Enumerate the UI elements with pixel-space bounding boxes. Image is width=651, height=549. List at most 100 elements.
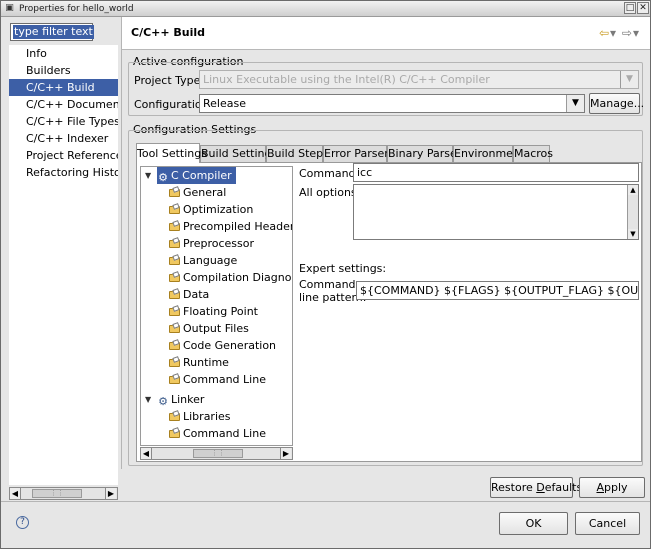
- tree-node-option-category[interactable]: Command Line: [169, 425, 266, 442]
- tree-node-label: C Compiler: [171, 169, 232, 182]
- options-folder-icon: [169, 427, 181, 438]
- ok-button[interactable]: OK: [499, 512, 568, 535]
- close-button[interactable]: ✕: [637, 2, 649, 14]
- tree-node-option-category[interactable]: Language: [169, 252, 237, 269]
- tree-node-option-category[interactable]: Output Files: [169, 320, 249, 337]
- scroll-left-icon[interactable]: ◀: [141, 448, 152, 459]
- scroll-down-icon[interactable]: ▼: [628, 229, 638, 239]
- tree-node-option-category[interactable]: Optimization: [169, 201, 253, 218]
- tree-node-option-category[interactable]: Code Generation: [169, 337, 276, 354]
- back-menu-chevron-down-icon[interactable]: ▾: [610, 26, 617, 40]
- configuration-value: Release: [203, 97, 246, 110]
- collapse-triangle-icon[interactable]: ▼: [145, 391, 151, 408]
- tool-gear-icon: ⚙: [158, 395, 168, 408]
- properties-dialog: ▣ Properties for hello_world □ ✕ type fi…: [0, 0, 651, 549]
- nav-item[interactable]: C/C++ Build: [9, 79, 118, 96]
- tab-build-settings[interactable]: Build Settings: [200, 145, 277, 162]
- tree-node-label: Linker: [171, 393, 205, 406]
- forward-menu-chevron-down-icon[interactable]: ▾: [633, 26, 640, 40]
- tree-node-option-category[interactable]: Data: [169, 286, 209, 303]
- tab-environment[interactable]: Environment: [453, 145, 524, 162]
- expert-settings-label: Expert settings:: [299, 262, 387, 275]
- options-folder-icon: [169, 339, 181, 350]
- tree-node-label: Optimization: [183, 203, 254, 216]
- tree-node-linker[interactable]: ⚙ Linker: [157, 391, 204, 408]
- help-icon[interactable]: ?: [16, 516, 29, 529]
- tree-node-label: Command Line: [183, 373, 266, 386]
- tree-node-option-category[interactable]: Compilation Diagnostics: [169, 269, 292, 286]
- tree-node-label: Precompiled Headers: [183, 220, 293, 233]
- tree-node-option-category[interactable]: Precompiled Headers: [169, 218, 293, 235]
- nav-item[interactable]: C/C++ Documentation: [9, 96, 118, 113]
- pane-splitter[interactable]: [121, 17, 122, 469]
- properties-nav-list: InfoBuildersC/C++ BuildC/C++ Documentati…: [9, 45, 118, 485]
- chevron-down-icon[interactable]: ▼: [566, 95, 584, 112]
- filter-input-text: type filter text: [13, 25, 94, 39]
- title-bar[interactable]: ▣ Properties for hello_world □ ✕: [1, 1, 650, 17]
- tree-horizontal-scrollbar[interactable]: ◀ ⋮⋮ ▶: [140, 447, 293, 460]
- nav-item[interactable]: Refactoring History: [9, 164, 118, 181]
- options-folder-icon: [169, 203, 181, 214]
- tab-build-steps[interactable]: Build Steps: [266, 145, 329, 162]
- tree-node-c-compiler[interactable]: ⚙ C Compiler: [157, 167, 236, 184]
- tree-node-option-category[interactable]: Preprocessor: [169, 235, 254, 252]
- options-folder-icon: [169, 356, 181, 367]
- options-folder-icon: [169, 237, 181, 248]
- scroll-left-icon[interactable]: ◀: [10, 488, 21, 499]
- restore-defaults-button[interactable]: Restore Defaults: [490, 477, 582, 498]
- nav-item[interactable]: C/C++ File Types: [9, 113, 118, 130]
- options-folder-icon: [169, 373, 181, 384]
- options-folder-icon: [169, 254, 181, 265]
- tree-node-option-category[interactable]: Runtime: [169, 354, 229, 371]
- nav-item[interactable]: Info: [9, 45, 118, 62]
- nav-item[interactable]: Builders: [9, 62, 118, 79]
- command-label: Command:: [299, 167, 360, 180]
- chevron-down-icon: ▼: [620, 71, 638, 88]
- window-title: Properties for hello_world: [19, 4, 134, 14]
- options-folder-icon: [169, 186, 181, 197]
- cancel-button[interactable]: Cancel: [575, 512, 640, 535]
- command-line-pattern-input[interactable]: ${COMMAND} ${FLAGS} ${OUTPUT_FLAG} ${OUT…: [356, 281, 639, 300]
- tree-node-option-category[interactable]: Libraries: [169, 408, 231, 425]
- nav-item[interactable]: C/C++ Indexer: [9, 130, 118, 147]
- tree-node-label: Runtime: [183, 356, 229, 369]
- options-folder-icon: [169, 305, 181, 316]
- all-options-textarea[interactable]: ▲ ▼: [353, 184, 639, 240]
- forward-arrow-icon[interactable]: ⇨: [622, 26, 633, 40]
- scroll-up-icon[interactable]: ▲: [628, 185, 638, 195]
- tree-node-label: Output Files: [183, 322, 249, 335]
- all-options-label: All options:: [299, 186, 361, 199]
- scroll-right-icon[interactable]: ▶: [105, 488, 116, 499]
- filter-input[interactable]: type filter text: [10, 23, 94, 41]
- minimize-button[interactable]: □: [624, 2, 636, 14]
- tree-node-label: Code Generation: [183, 339, 277, 352]
- scroll-thumb[interactable]: ⋮⋮: [193, 449, 243, 458]
- tree-node-option-category[interactable]: General: [169, 184, 226, 201]
- options-folder-icon: [169, 322, 181, 333]
- tree-node-label: Floating Point: [183, 305, 258, 318]
- history-nav: ⇦▾ ⇨▾: [599, 26, 640, 40]
- project-type-combo: Linux Executable using the Intel(R) C/C+…: [199, 70, 639, 89]
- configuration-combo[interactable]: Release ▼: [199, 94, 585, 113]
- tree-node-label: Compilation Diagnostics: [183, 271, 292, 284]
- scroll-right-icon[interactable]: ▶: [280, 448, 291, 459]
- collapse-triangle-icon[interactable]: ▼: [145, 167, 151, 184]
- tree-node-option-category[interactable]: Floating Point: [169, 303, 258, 320]
- tree-node-option-category[interactable]: Command Line: [169, 371, 266, 388]
- manage-button[interactable]: Manage...: [589, 93, 644, 114]
- back-arrow-icon[interactable]: ⇦: [599, 26, 610, 40]
- nav-item[interactable]: Project References: [9, 147, 118, 164]
- project-type-value: Linux Executable using the Intel(R) C/C+…: [203, 73, 490, 86]
- command-input[interactable]: icc: [353, 163, 639, 182]
- tab-error-parsers[interactable]: Error Parsers: [323, 145, 394, 162]
- tool-gear-icon: ⚙: [158, 171, 168, 184]
- nav-horizontal-scrollbar[interactable]: ◀ ⋮⋮ ▶: [9, 487, 118, 500]
- tab-tool-settings[interactable]: Tool Settings: [136, 143, 207, 163]
- options-vertical-scrollbar[interactable]: ▲ ▼: [627, 185, 638, 239]
- apply-button[interactable]: Apply: [579, 477, 645, 498]
- scroll-thumb[interactable]: ⋮⋮: [32, 489, 82, 498]
- page-title: C/C++ Build: [131, 26, 206, 39]
- tab-macros[interactable]: Macros: [513, 145, 553, 162]
- button-bar-separator: [1, 501, 650, 502]
- tab-binary-parser[interactable]: Binary Parser: [387, 145, 461, 162]
